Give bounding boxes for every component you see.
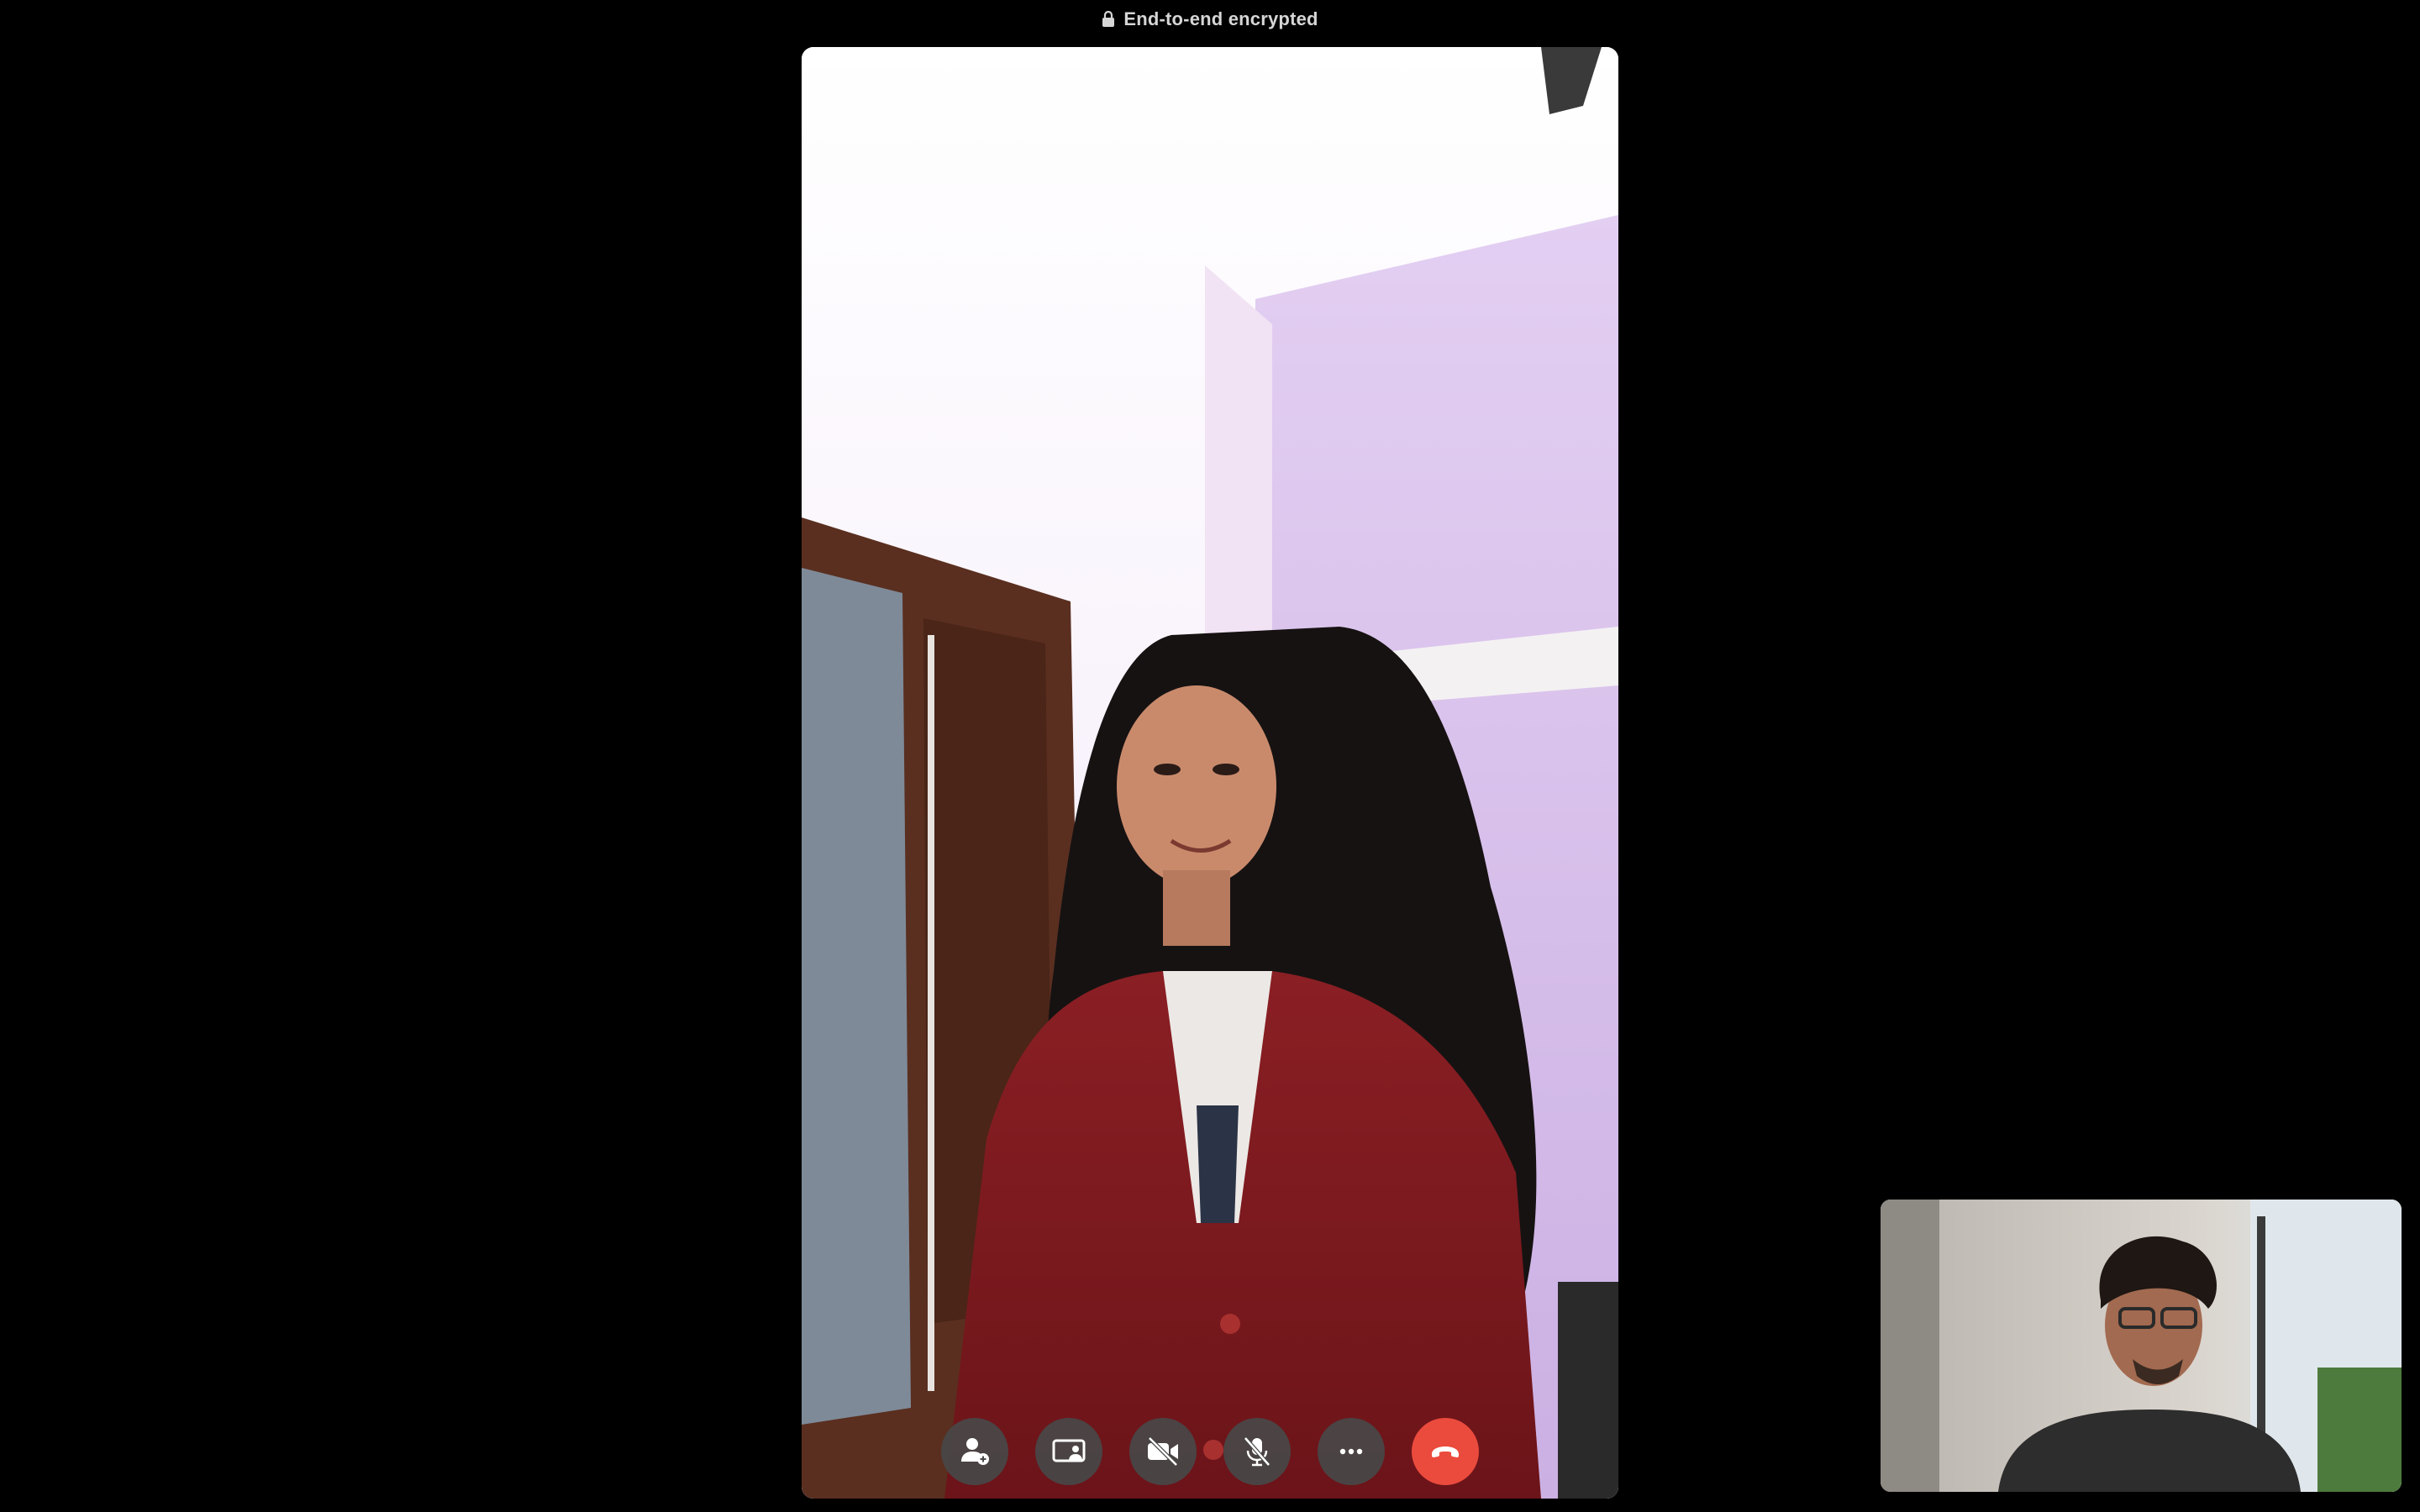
encryption-label: End-to-end encrypted xyxy=(1123,8,1318,29)
self-view-video[interactable] xyxy=(1881,1200,2402,1492)
remote-video-frame xyxy=(802,47,1618,1499)
more-horizontal-icon xyxy=(1339,1448,1363,1455)
share-screen-button[interactable] xyxy=(1035,1418,1102,1485)
video-off-icon xyxy=(1148,1436,1178,1467)
screen-share-icon xyxy=(1052,1439,1086,1462)
mic-off-icon xyxy=(1244,1436,1270,1467)
person-add-icon xyxy=(961,1438,989,1465)
more-options-button[interactable] xyxy=(1318,1418,1385,1485)
self-view-frame xyxy=(1881,1200,2402,1492)
camera-toggle-button[interactable] xyxy=(1129,1418,1197,1485)
encryption-banner: End-to-end encrypted xyxy=(0,8,2420,30)
mute-button[interactable] xyxy=(1223,1418,1291,1485)
call-controls xyxy=(941,1418,1479,1485)
end-call-button[interactable] xyxy=(1412,1418,1479,1485)
call-window: End-to-end encrypted xyxy=(0,0,2420,1512)
phone-hangup-icon xyxy=(1432,1446,1459,1457)
remote-participant-video[interactable] xyxy=(802,47,1618,1499)
add-participant-button[interactable] xyxy=(941,1418,1008,1485)
lock-icon xyxy=(1102,11,1115,27)
